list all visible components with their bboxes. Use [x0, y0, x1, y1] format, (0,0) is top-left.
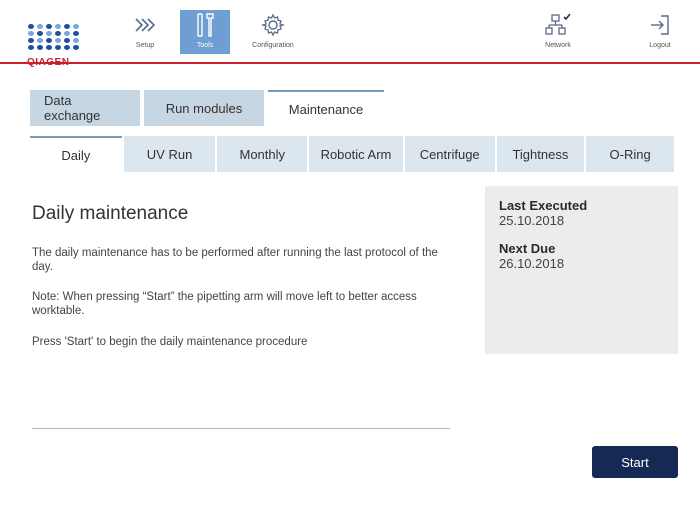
- gear-icon: [261, 10, 285, 40]
- main-tabs: Data exchange Run modules Maintenance: [30, 90, 388, 126]
- nav-tools-label: Tools: [196, 42, 214, 49]
- subtab-centrifuge[interactable]: Centrifuge: [404, 136, 495, 172]
- last-executed-label: Last Executed: [499, 198, 588, 213]
- last-executed-value: 25.10.2018: [499, 213, 565, 228]
- nav-network-button[interactable]: Network: [538, 10, 578, 54]
- network-icon: [544, 10, 572, 40]
- tab-run-modules[interactable]: Run modules: [144, 90, 264, 126]
- maintenance-info-panel: Last Executed 25.10.2018 Next Due 26.10.…: [485, 186, 678, 354]
- page-title: Daily maintenance: [32, 203, 189, 224]
- start-button[interactable]: Start: [592, 446, 678, 478]
- app-header: QIAGEN Setup Tools Configuration: [0, 0, 700, 68]
- logo-dots: [28, 24, 79, 50]
- chevrons-right-icon: [134, 10, 156, 40]
- content-divider: [32, 428, 450, 429]
- qiagen-logo: QIAGEN: [24, 24, 79, 68]
- subtab-monthly[interactable]: Monthly: [217, 136, 308, 172]
- tab-data-exchange[interactable]: Data exchange: [30, 90, 140, 126]
- tab-maintenance[interactable]: Maintenance: [268, 90, 384, 126]
- nav-tools-button[interactable]: Tools: [180, 10, 230, 54]
- nav-setup-label: Setup: [135, 42, 155, 49]
- nav-configuration-label: Configuration: [252, 42, 294, 49]
- instruction-paragraph: Press 'Start' to begin the daily mainten…: [32, 336, 308, 348]
- subtab-robotic-arm[interactable]: Robotic Arm: [309, 136, 403, 172]
- nav-setup-button[interactable]: Setup: [130, 10, 160, 54]
- note-paragraph: Note: When pressing “Start” the pipettin…: [32, 291, 417, 317]
- nav-network-label: Network: [545, 42, 571, 49]
- header-accent-line: [0, 62, 700, 64]
- nav-configuration-button[interactable]: Configuration: [240, 10, 306, 54]
- description-paragraph: The daily maintenance has to be performe…: [32, 247, 438, 273]
- subtab-o-ring[interactable]: O-Ring: [586, 136, 674, 172]
- nav-logout-label: Logout: [649, 42, 671, 49]
- logout-icon: [648, 10, 672, 40]
- tools-icon: [194, 10, 216, 40]
- next-due-label: Next Due: [499, 241, 556, 256]
- subtab-daily[interactable]: Daily: [30, 136, 122, 172]
- subtab-tightness[interactable]: Tightness: [496, 136, 585, 172]
- subtab-uv-run[interactable]: UV Run: [123, 136, 216, 172]
- nav-logout-button[interactable]: Logout: [640, 10, 680, 54]
- maintenance-sub-tabs: Daily UV Run Monthly Robotic Arm Centrif…: [30, 136, 676, 172]
- next-due-value: 26.10.2018: [499, 256, 565, 271]
